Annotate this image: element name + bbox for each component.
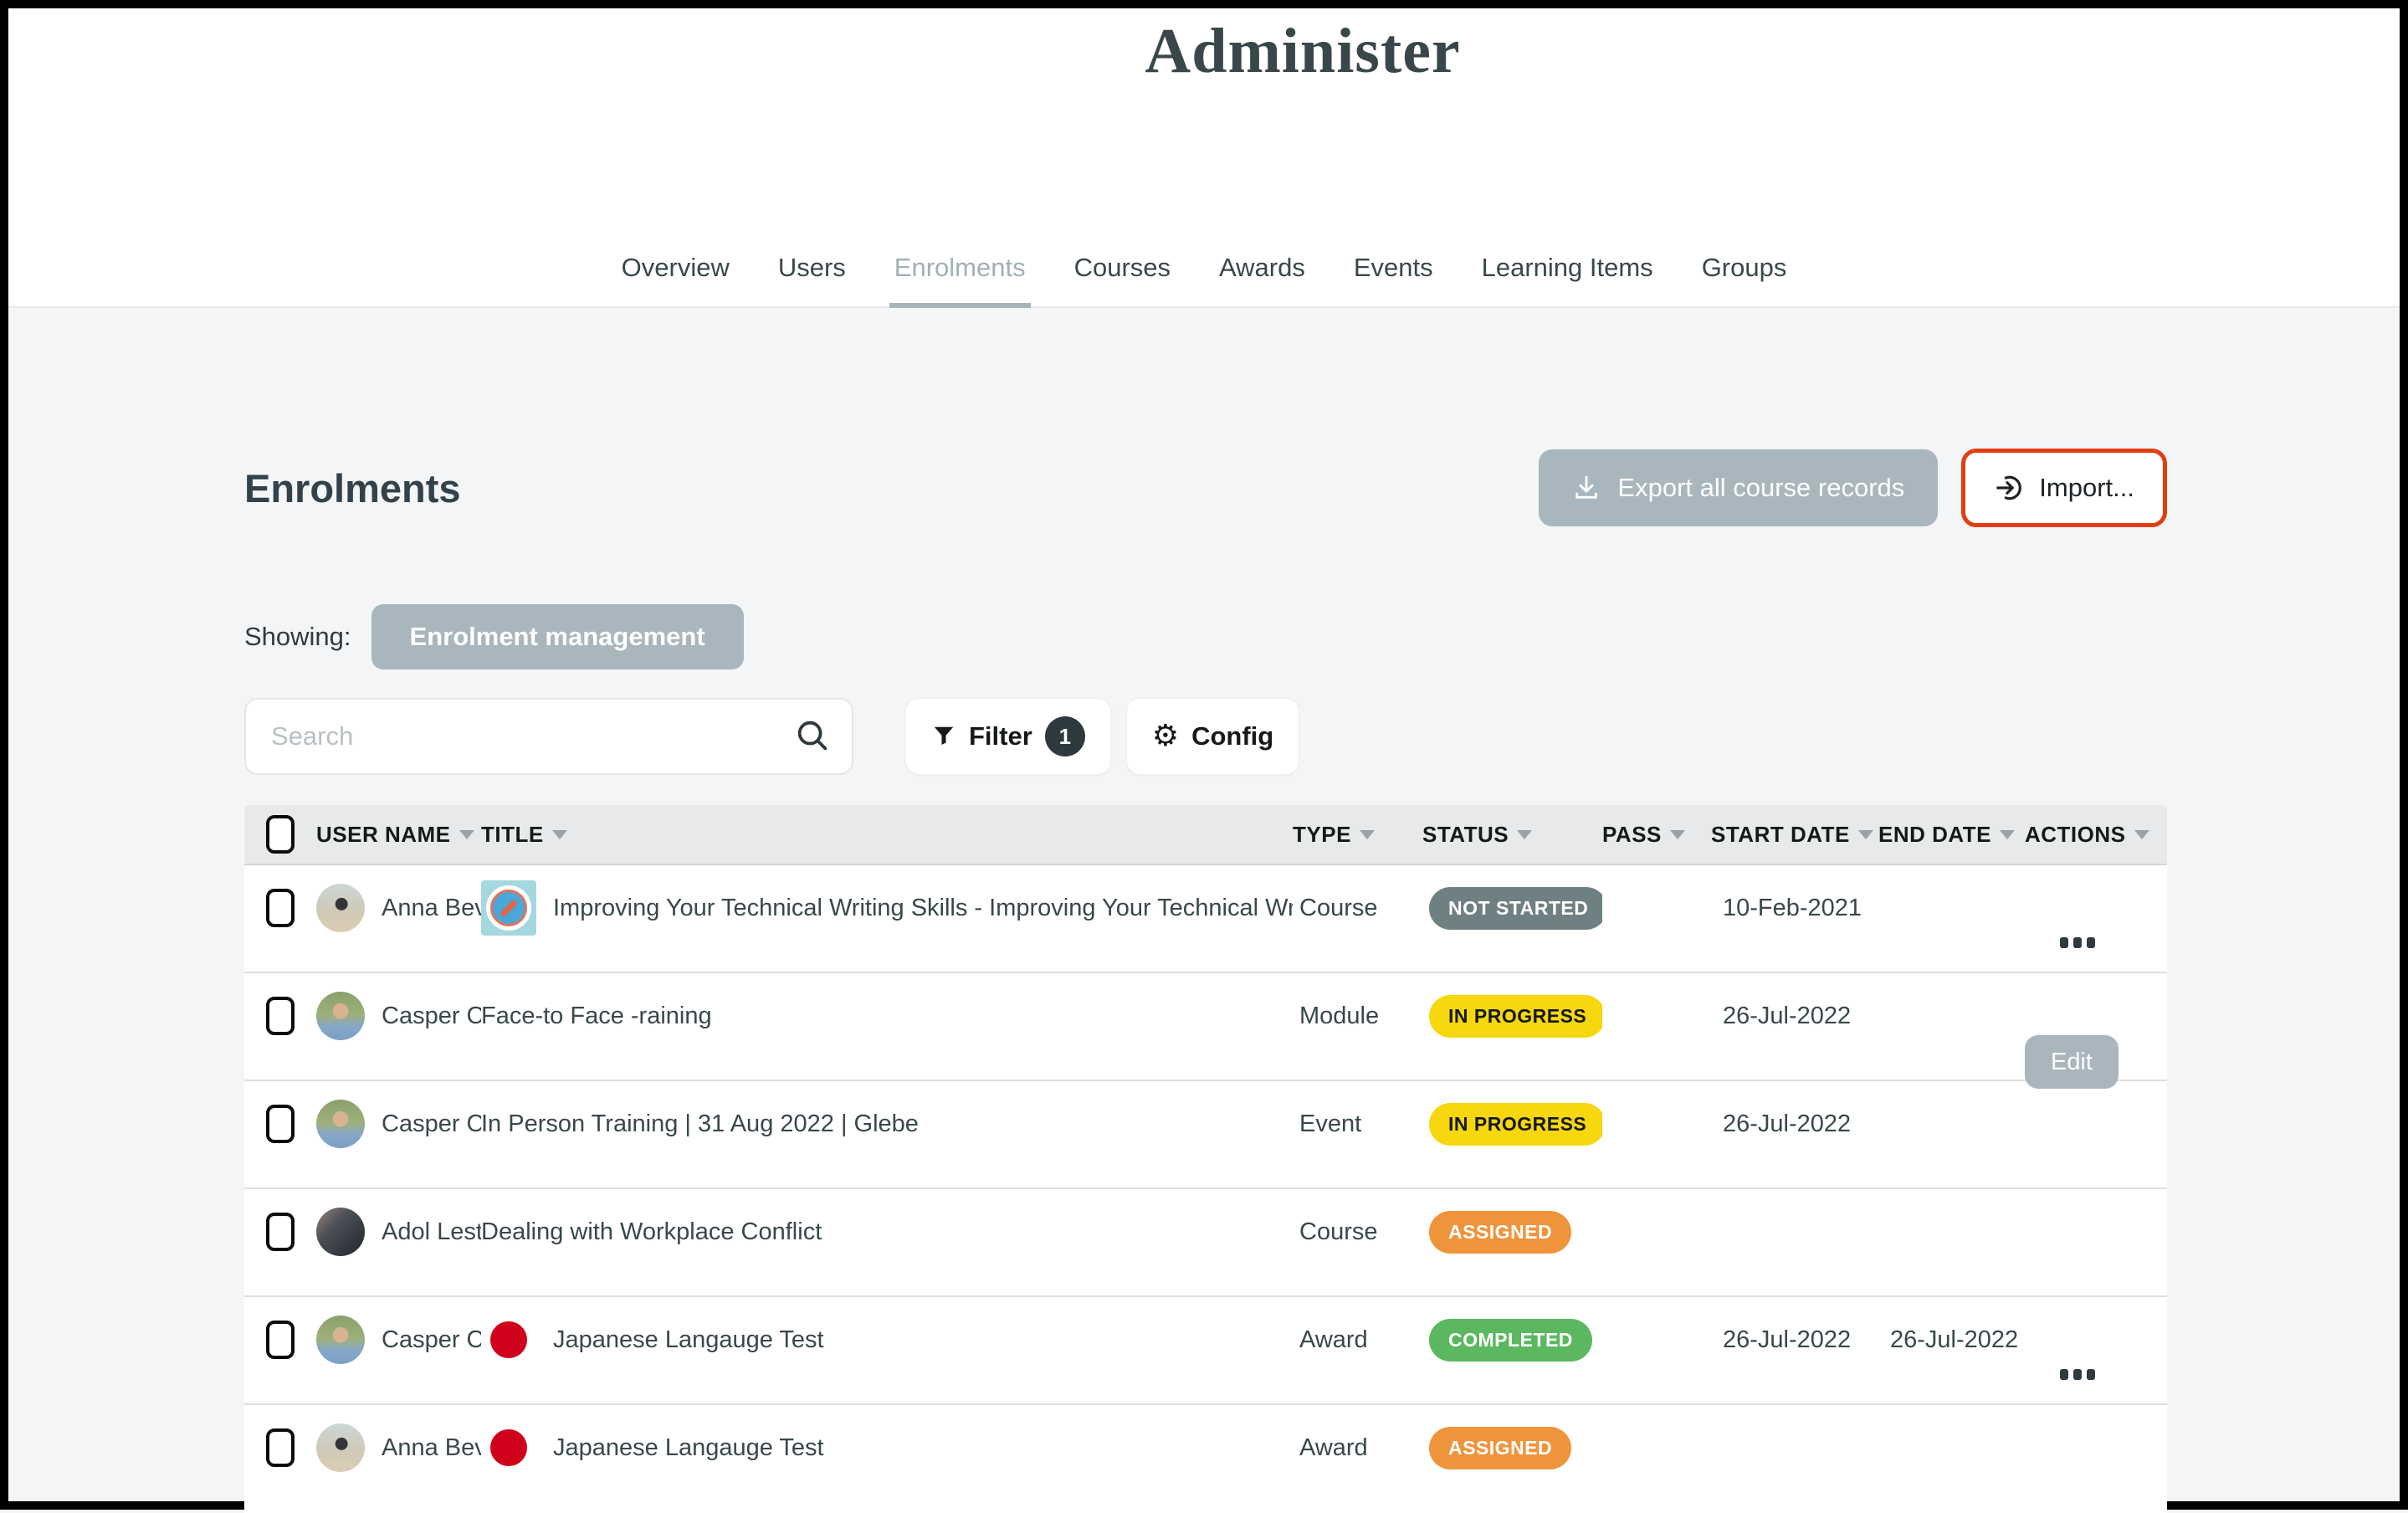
row-checkbox[interactable] [266, 997, 295, 1035]
avatar [316, 1423, 365, 1472]
column-end-date: END DATE [1878, 822, 2025, 848]
sort-icon[interactable] [1670, 830, 1685, 839]
status-badge: IN PROGRESS [1429, 1103, 1602, 1146]
select-all-checkbox[interactable] [266, 815, 295, 854]
edit-button[interactable]: Edit [2025, 1035, 2119, 1089]
showing-chip[interactable]: Enrolment management [371, 604, 744, 669]
export-button-label: Export all course records [1617, 473, 1904, 503]
tab-overview[interactable]: Overview [622, 253, 730, 306]
app-title: Administer [107, 8, 2408, 88]
tab-enrolments[interactable]: Enrolments [894, 253, 1026, 306]
japan-flag-icon [481, 1420, 536, 1475]
column-start-date: START DATE [1711, 822, 1878, 848]
row-actions-menu-icon[interactable] [2060, 937, 2095, 948]
avatar [316, 992, 365, 1040]
row-checkbox[interactable] [266, 1213, 295, 1251]
status-badge: ASSIGNED [1429, 1427, 1571, 1469]
main-content: Enrolments Export all course records Imp… [8, 449, 2400, 1513]
sort-icon[interactable] [2134, 830, 2149, 839]
tab-learning-items[interactable]: Learning Items [1482, 253, 1653, 306]
table-row: Casper C Japanese Langauge Test Award CO… [244, 1297, 2167, 1405]
row-actions-menu-icon[interactable] [2060, 1369, 2095, 1380]
import-button[interactable]: Import... [1961, 449, 2167, 527]
import-button-label: Import... [2039, 473, 2134, 503]
config-button[interactable]: ⚙ Config [1126, 698, 1299, 775]
column-type: TYPE [1293, 822, 1422, 848]
filter-count-badge: 1 [1045, 716, 1085, 756]
status-badge: NOT STARTED [1429, 887, 1602, 930]
page-title: Enrolments [244, 465, 461, 511]
status-badge: ASSIGNED [1429, 1211, 1571, 1254]
sort-icon[interactable] [1517, 830, 1532, 839]
row-checkbox[interactable] [266, 1105, 295, 1143]
tab-events[interactable]: Events [1354, 253, 1433, 306]
sort-icon[interactable] [552, 830, 567, 839]
status-badge: IN PROGRESS [1429, 995, 1602, 1038]
tab-users[interactable]: Users [778, 253, 846, 306]
course-thumbnail-icon [481, 880, 536, 936]
filter-button-label: Filter [969, 721, 1032, 751]
search-input[interactable] [244, 698, 853, 775]
row-checkbox[interactable] [266, 889, 295, 927]
gear-icon: ⚙ [1152, 721, 1179, 751]
filter-icon [931, 724, 956, 749]
avatar [316, 1100, 365, 1148]
japan-flag-icon [481, 1312, 536, 1367]
table-row: Casper C Face-to Face -raining Module IN… [244, 973, 2167, 1081]
showing-label: Showing: [244, 622, 351, 652]
table-row: Casper C In Person Training | 31 Aug 202… [244, 1081, 2167, 1189]
avatar [316, 1208, 365, 1256]
sort-icon[interactable] [1360, 830, 1375, 839]
avatar [316, 1316, 365, 1364]
tab-courses[interactable]: Courses [1074, 253, 1171, 306]
config-button-label: Config [1191, 721, 1273, 751]
column-actions: ACTIONS [2025, 822, 2167, 848]
row-checkbox[interactable] [266, 1321, 295, 1359]
column-user-name: USER NAME [316, 822, 481, 848]
export-button[interactable]: Export all course records [1539, 449, 1938, 526]
main-nav: Overview Users Enrolments Courses Awards… [8, 253, 2400, 306]
download-icon [1572, 474, 1601, 502]
table-header: USER NAME TITLE TYPE STATUS PASS START D… [244, 805, 2167, 865]
sort-icon[interactable] [459, 830, 474, 839]
search-icon[interactable] [793, 716, 832, 755]
table-row: Anna Bev Improving Your Technical Writin… [244, 865, 2167, 973]
import-icon [1994, 472, 2026, 504]
search-box [244, 698, 853, 775]
sort-icon[interactable] [1858, 830, 1873, 839]
avatar [316, 884, 365, 932]
column-title: TITLE [481, 822, 1293, 848]
column-pass: PASS [1602, 822, 1711, 848]
tab-groups[interactable]: Groups [1702, 253, 1787, 306]
filter-button[interactable]: Filter 1 [905, 698, 1111, 775]
column-status: STATUS [1422, 822, 1602, 848]
status-badge: COMPLETED [1429, 1319, 1592, 1362]
enrolments-table: USER NAME TITLE TYPE STATUS PASS START D… [244, 805, 2167, 1513]
top-bar: Administer Overview Users Enrolments Cou… [8, 8, 2400, 308]
table-row: Anna Bev Japanese Langauge Test Award AS… [244, 1405, 2167, 1513]
table-row: Adol Lest Dealing with Workplace Conflic… [244, 1189, 2167, 1297]
tab-awards[interactable]: Awards [1219, 253, 1305, 306]
row-checkbox[interactable] [266, 1428, 295, 1467]
sort-icon[interactable] [2000, 830, 2015, 839]
